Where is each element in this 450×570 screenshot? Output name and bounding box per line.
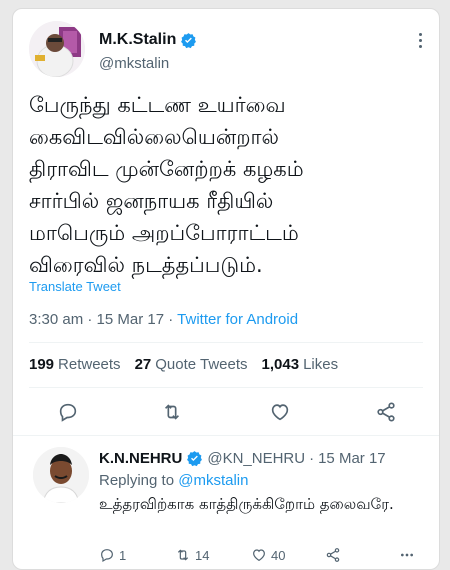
- tweet-meta: 3:30 am · 15 Mar 17 · Twitter for Androi…: [29, 311, 298, 328]
- like-icon[interactable]: [269, 401, 291, 423]
- quotes-stat[interactable]: 27 Quote Tweets: [135, 356, 248, 373]
- author-name[interactable]: M.K.Stalin: [99, 31, 176, 49]
- translate-tweet-link[interactable]: Translate Tweet: [29, 279, 121, 294]
- meta-separator: ·: [168, 311, 174, 328]
- replying-to-label: Replying to: [99, 472, 175, 489]
- more-icon: [401, 553, 413, 557]
- reply-retweet-button[interactable]: 14: [175, 547, 209, 563]
- retweets-stat[interactable]: 199 Retweets: [29, 356, 121, 373]
- more-icon[interactable]: [419, 33, 423, 51]
- likes-stat[interactable]: 1,043 Likes: [262, 356, 339, 373]
- likes-count: 1,043: [261, 356, 300, 373]
- divider: [29, 387, 423, 388]
- tweet-time[interactable]: 3:30 am: [29, 311, 83, 328]
- author-name-row: M.K.Stalin: [99, 31, 197, 49]
- reply-text: உத்தரவிற்காக காத்திருக்கிறோம் தலைவரே.: [99, 495, 394, 513]
- meta-separator: ·: [309, 450, 315, 467]
- tweet-text: பேருந்து கட்டண உயர்வை கைவிடவில்லையென்றால…: [29, 93, 304, 277]
- tweet-stats: 199 Retweets 27 Quote Tweets 1,043 Likes: [29, 356, 338, 373]
- likes-label: Likes: [303, 356, 339, 373]
- retweet-icon: [177, 549, 189, 561]
- reply-header: K.N.NEHRU @KN_NEHRU · 15 Mar 17: [99, 450, 386, 467]
- reply-icon: [101, 549, 113, 563]
- reply-date[interactable]: 15 Mar 17: [318, 450, 386, 467]
- quotes-count: 27: [134, 356, 152, 373]
- reply-reply-button[interactable]: 1: [99, 547, 126, 563]
- reply-author-avatar[interactable]: [33, 447, 89, 503]
- replying-to: Replying to @mkstalin: [99, 472, 248, 489]
- share-icon[interactable]: [375, 401, 397, 423]
- verified-badge-icon: [181, 32, 197, 48]
- share-icon: [326, 548, 340, 562]
- divider: [29, 342, 423, 343]
- author-avatar[interactable]: [29, 21, 85, 77]
- tweet-actions: [13, 401, 439, 425]
- divider: [13, 435, 439, 436]
- reply-more-button[interactable]: [399, 547, 415, 563]
- reply-like-button[interactable]: 40: [251, 547, 285, 563]
- reply-author-handle[interactable]: @KN_NEHRU: [207, 450, 305, 467]
- quotes-label: Quote Tweets: [155, 356, 248, 373]
- tweet-date[interactable]: 15 Mar 17: [97, 311, 165, 328]
- like-icon: [253, 549, 265, 562]
- reply-author-name[interactable]: K.N.NEHRU: [99, 450, 182, 467]
- meta-separator: ·: [87, 311, 93, 328]
- reply-icon[interactable]: [57, 401, 79, 423]
- tweet-card: M.K.Stalin @mkstalin பேருந்து கட்டண உயர்…: [12, 8, 440, 570]
- verified-badge-icon: [187, 451, 203, 467]
- retweets-count: 199: [29, 356, 55, 373]
- tweet-source[interactable]: Twitter for Android: [177, 311, 298, 328]
- author-handle[interactable]: @mkstalin: [99, 55, 169, 72]
- replying-to-handle[interactable]: @mkstalin: [178, 472, 248, 489]
- retweets-label: Retweets: [58, 356, 121, 373]
- retweet-icon[interactable]: [161, 401, 183, 423]
- reply-share-button[interactable]: [325, 547, 341, 563]
